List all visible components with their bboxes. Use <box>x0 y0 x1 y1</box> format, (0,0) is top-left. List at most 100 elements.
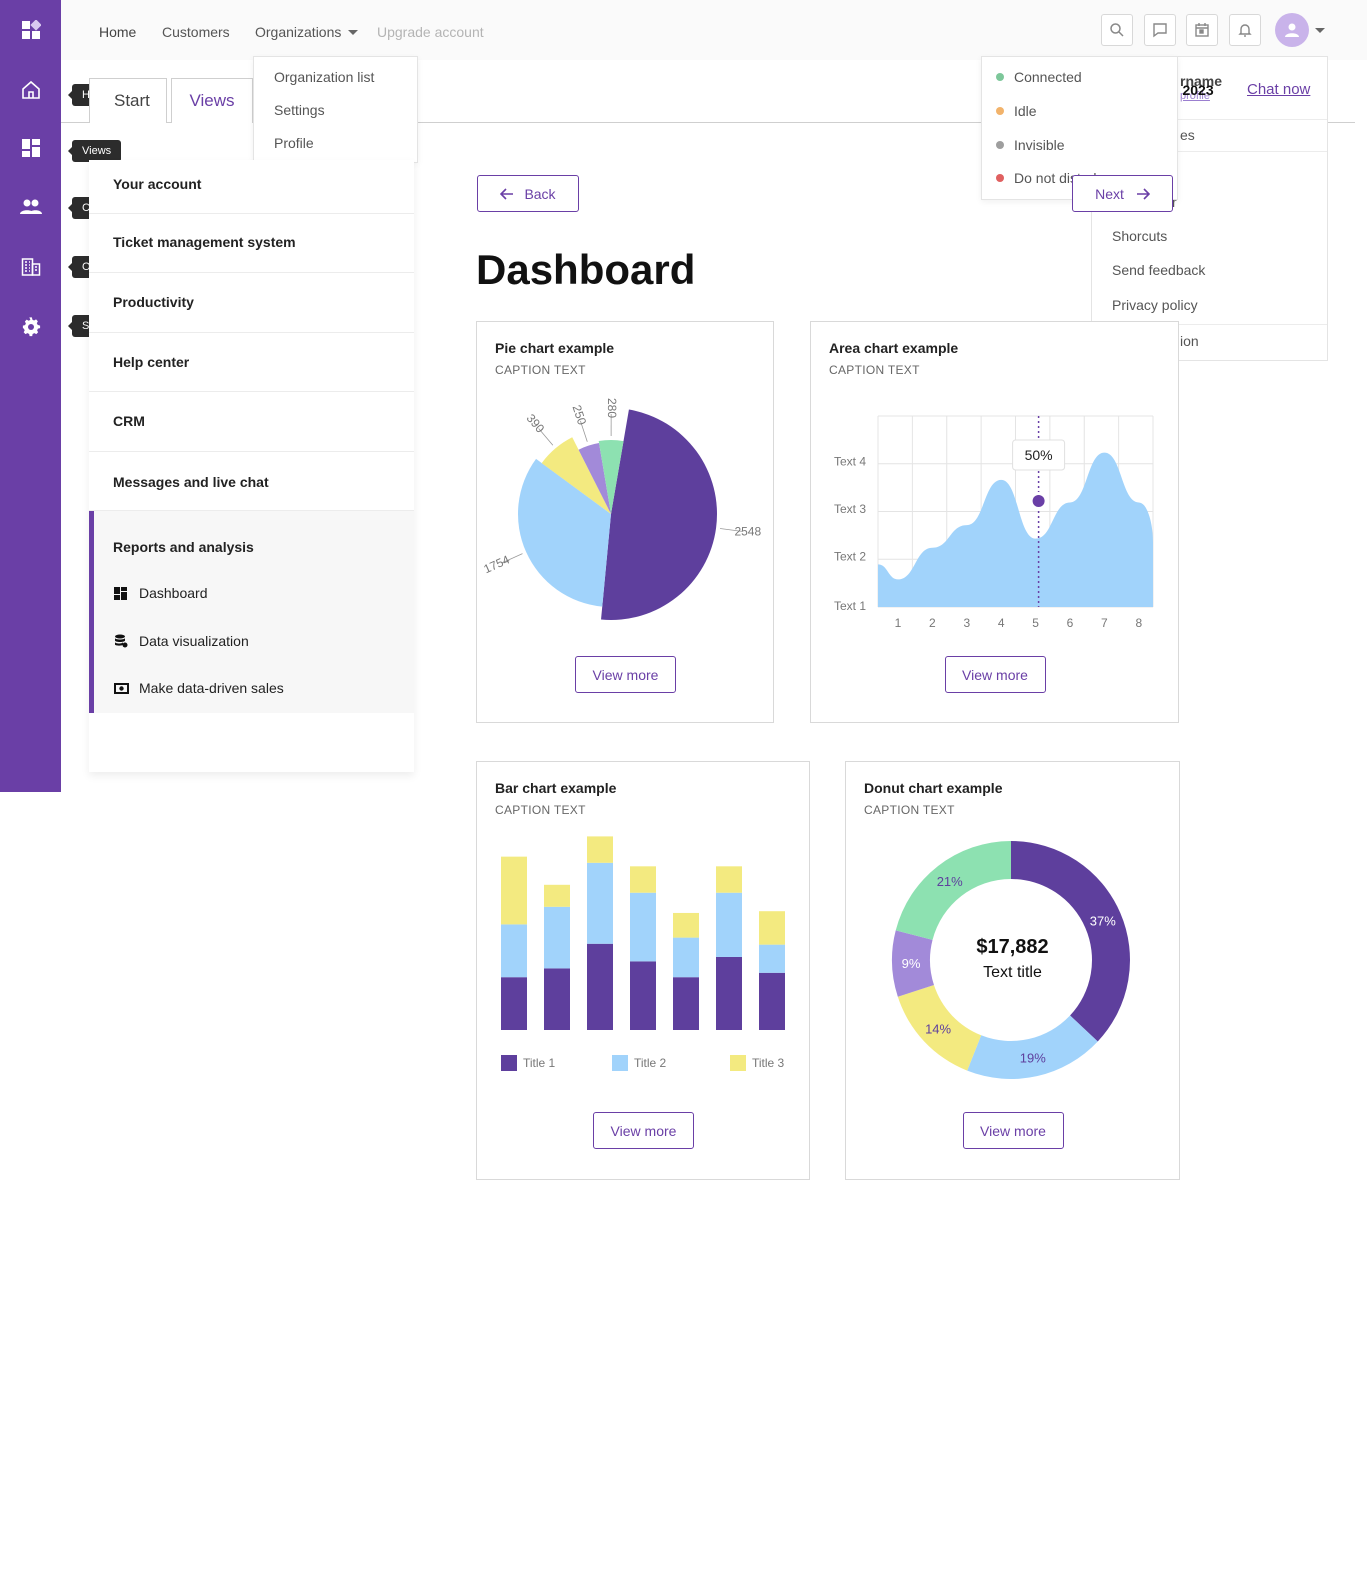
bar-segment <box>501 977 527 1030</box>
menu-item-messages-live-chat[interactable]: Messages and live chat <box>89 452 414 511</box>
card-title: Pie chart example <box>495 340 615 356</box>
donut-label: 14% <box>925 1021 951 1036</box>
user-menu-item-partial[interactable]: es <box>1180 127 1195 143</box>
submenu-item-make-data-driven-sales[interactable]: Make data-driven sales <box>114 680 284 696</box>
pie-chart-card: 2548 1754 390 250 280 Pie chart example CAPT… <box>476 321 774 723</box>
menu-item-settings[interactable]: Settings <box>274 102 325 118</box>
area-chart-card: 1 2 3 4 5 6 7 8 Text 1 Text 2 Text 3 Text 4 50% Area… <box>810 321 1179 723</box>
customers-icon[interactable] <box>0 187 61 227</box>
legend-swatch <box>730 1055 746 1071</box>
user-menu-item-send-feedback[interactable]: Send feedback <box>1112 262 1205 278</box>
menu-item-ticket-management[interactable]: Ticket management system <box>89 214 414 273</box>
avatar[interactable] <box>1275 13 1309 47</box>
status-label: Idle <box>1014 103 1037 119</box>
user-menu-item-shortcuts[interactable]: Shorcuts <box>1112 228 1167 244</box>
card-caption: CAPTION TEXT <box>864 803 955 817</box>
view-more-button[interactable]: View more <box>944 656 1046 693</box>
legend-swatch <box>501 1055 517 1071</box>
x-tick-label: 7 <box>1101 616 1108 630</box>
bar-segment <box>587 862 613 944</box>
chat-now-link[interactable]: Chat now <box>1247 81 1310 98</box>
x-tick-label: 1 <box>895 616 902 630</box>
card-caption: CAPTION TEXT <box>829 363 920 377</box>
pie-label: 250 <box>570 403 590 427</box>
submenu-item-dashboard[interactable]: Dashboard <box>114 585 208 601</box>
pie-label: 390 <box>524 411 548 436</box>
submenu-label: Data visualization <box>139 633 249 649</box>
settings-icon[interactable] <box>0 307 61 347</box>
x-tick-label: 8 <box>1135 616 1142 630</box>
pie-label: 280 <box>605 398 619 418</box>
views-icon[interactable] <box>0 128 61 168</box>
calendar-button[interactable] <box>1186 14 1218 46</box>
x-tick-label: 6 <box>1067 616 1074 630</box>
annotation-marker <box>1032 495 1045 507</box>
back-button[interactable]: Back <box>477 175 579 212</box>
bar-segment <box>630 961 656 1030</box>
y-tick-label: Text 3 <box>834 502 866 516</box>
next-label: Next <box>1095 185 1124 202</box>
organizations-dropdown: Organization list Settings Profile <box>253 56 418 163</box>
y-tick-label: Text 1 <box>834 599 866 613</box>
menu-item-reports-analysis[interactable]: Reports and analysis <box>113 539 254 555</box>
donut-center-label: Text title <box>983 964 1042 981</box>
bar-segment <box>630 866 656 893</box>
brand-logo-icon[interactable] <box>0 10 61 50</box>
legend-item: Title 1 <box>501 1055 555 1071</box>
search-button[interactable] <box>1101 14 1133 46</box>
submenu-item-data-visualization[interactable]: Data visualization <box>114 633 249 649</box>
chat-button[interactable] <box>1144 14 1176 46</box>
legend-item: Title 3 <box>730 1055 784 1071</box>
bar-segment <box>716 956 742 1030</box>
x-tick-label: 2 <box>929 616 936 630</box>
views-tooltip: Views <box>67 140 122 162</box>
avatar-chevron-down-icon[interactable] <box>1315 28 1325 33</box>
side-menu: Your account Ticket management system Pr… <box>89 160 414 772</box>
y-tick-label: Text 2 <box>834 550 866 564</box>
submenu-label: Dashboard <box>139 585 208 601</box>
page-title: Dashboard <box>476 246 696 293</box>
home-icon[interactable] <box>0 70 61 110</box>
user-menu-item-privacy-policy[interactable]: Privacy policy <box>1112 297 1198 313</box>
next-button[interactable]: Next <box>1072 175 1173 212</box>
view-more-button[interactable]: View more <box>575 656 676 693</box>
view-more-button[interactable]: View more <box>593 1112 694 1149</box>
menu-item-crm[interactable]: CRM <box>89 392 414 452</box>
legend-label: Title 2 <box>634 1056 667 1070</box>
user-menu-item-partial[interactable]: ion <box>1180 333 1199 349</box>
donut-chart-card: 37% 19% 14% 9% 21% Donut chart example CAPTI… <box>845 761 1180 1180</box>
chevron-down-icon <box>348 30 359 35</box>
menu-item-organization-list[interactable]: Organization list <box>274 69 374 85</box>
left-rail <box>0 0 61 792</box>
arrow-right-icon <box>1136 187 1150 200</box>
search-icon <box>1110 23 1124 37</box>
nav-upgrade-account[interactable]: Upgrade account <box>377 24 484 40</box>
arrow-left-icon <box>500 187 514 200</box>
menu-item-productivity[interactable]: Productivity <box>89 273 414 333</box>
menu-item-help-center[interactable]: Help center <box>89 333 414 392</box>
status-connected[interactable]: Connected <box>996 69 1082 85</box>
submenu-label: Make data-driven sales <box>139 680 284 696</box>
menu-item-your-account[interactable]: Your account <box>89 160 414 214</box>
card-title: Bar chart example <box>495 780 617 796</box>
status-idle[interactable]: Idle <box>996 103 1037 119</box>
nav-organizations[interactable]: Organizations <box>255 24 359 40</box>
pie-label: 2548 <box>734 524 761 538</box>
view-more-button[interactable]: View more <box>962 1112 1064 1149</box>
nav-customers[interactable]: Customers <box>162 24 230 40</box>
notifications-button[interactable] <box>1229 14 1261 46</box>
nav-home[interactable]: Home <box>99 24 136 40</box>
tab-start[interactable]: Start <box>89 78 167 123</box>
status-invisible[interactable]: Invisible <box>996 137 1065 153</box>
tab-views[interactable]: Views <box>171 78 253 123</box>
app-root: Home Views Customers Organizations Setti… <box>0 0 1367 1583</box>
organizations-icon[interactable] <box>0 247 61 287</box>
back-label: Back <box>524 185 556 202</box>
donut-slice <box>895 841 1011 940</box>
x-tick-label: 4 <box>998 616 1005 630</box>
menu-item-profile[interactable]: Profile <box>274 135 314 151</box>
card-caption: CAPTION TEXT <box>495 803 586 817</box>
donut-label: 37% <box>1090 913 1116 928</box>
bar-segment <box>544 968 570 1030</box>
calendar-icon <box>1195 23 1209 37</box>
